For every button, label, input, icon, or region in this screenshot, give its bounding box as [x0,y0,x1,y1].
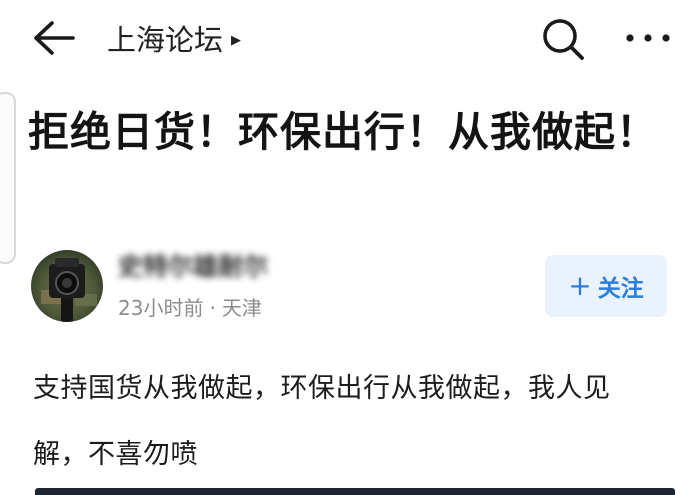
back-button[interactable] [30,18,78,58]
more-dots-icon [626,34,670,42]
meta-separator: · [209,296,216,320]
avatar-camera-image [31,250,103,322]
post-title: 拒绝日货！环保出行！从我做起！ [28,108,658,156]
triangle-right-icon: ▶ [231,32,242,48]
forum-name-link[interactable]: 上海论坛 ▶ [107,18,241,58]
follow-button[interactable]: + 关注 [545,255,667,317]
author-avatar[interactable] [31,250,103,322]
side-drawer-handle[interactable] [0,92,16,264]
search-icon [543,19,584,60]
arrow-left-icon [34,21,75,55]
search-button[interactable] [538,15,588,63]
post-body-text: 支持国货从我做起，环保出行从我做起，我人见解，不喜勿喷 [33,373,611,470]
follow-button-label: 关注 [597,276,644,302]
top-navigation-bar: 上海论坛 ▶ [0,0,700,80]
post-meta: 23小时前 · 天津 [118,292,262,321]
plus-icon: + [568,268,592,302]
post-location: 天津 [221,296,262,320]
author-name[interactable]: 史特尔雄耐尔 [118,250,268,281]
more-button[interactable] [622,20,674,56]
forum-name-label: 上海论坛 [107,23,224,57]
post-time: 23小时前 [118,296,204,320]
embedded-image-edge [35,488,675,495]
